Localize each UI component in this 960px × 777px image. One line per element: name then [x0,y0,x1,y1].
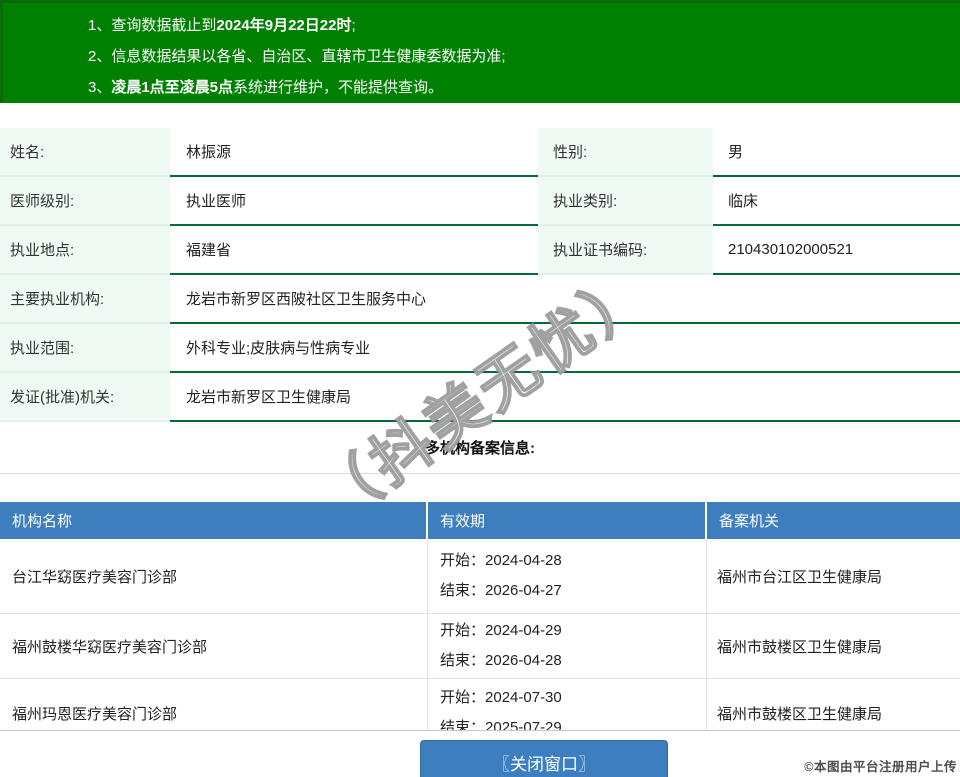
doctor-level-label: 医师级别: [0,177,170,226]
practice-scope-label: 执业范围: [0,324,170,373]
upload-credit-text: ©本图由平台注册用户上传 [804,760,957,774]
table-row: 福州玛恩医疗美容门诊部 开始：2024-07-30 结束：2025-07-29 … [0,679,960,731]
validity-period-cell: 开始：2024-07-30 结束：2025-07-29 [428,679,707,731]
notice-item-1: 1、查询数据截止到2024年9月22日22时; [88,10,960,41]
end-date-line: 结束：2025-07-29 [440,713,706,731]
end-date: 2026-04-27 [485,582,562,599]
filing-authority-cell: 福州市鼓楼区卫生健康局 [717,705,883,723]
header-filing-authority: 备案机关 [719,513,780,530]
institution-name-cell: 福州鼓楼华窈医疗美容门诊部 [0,614,428,678]
end-date: 2026-04-28 [485,652,562,669]
table-row: 福州鼓楼华窈医疗美容门诊部 开始：2024-04-29 结束：2026-04-2… [0,614,960,679]
practice-category-label: 执业类别: [538,177,713,226]
start-label: 开始： [440,689,486,706]
start-date-line: 开始：2024-04-28 [440,546,706,576]
main-institution-value: 龙岩市新罗区西陂社区卫生服务中心 [170,275,960,324]
validity-period-cell: 开始：2024-04-29 结束：2026-04-28 [428,614,707,678]
start-date: 2024-04-29 [485,622,562,639]
end-label: 结束： [440,652,486,669]
multi-institution-section-title: 多机构备案信息: [425,440,535,457]
start-date-line: 开始：2024-04-29 [440,616,706,646]
end-date-line: 结束：2026-04-28 [440,646,706,676]
notice-number: 1、 [88,17,112,34]
practice-category-value: 临床 [713,177,960,226]
doctor-info-table: 姓名: 林振源 性别: 男 医师级别: 执业医师 执业类别: 临床 执业地点: … [0,128,960,474]
end-date: 2025-07-29 [485,719,562,731]
info-row-practice-scope: 执业范围: 外科专业;皮肤病与性病专业 [0,324,960,373]
header-institution-name: 机构名称 [0,502,428,539]
multi-institution-section-row: 多机构备案信息: [0,422,960,474]
gender-value: 男 [713,128,960,177]
main-institution-label: 主要执业机构: [0,275,170,324]
filing-authority-cell: 福州市台江区卫生健康局 [717,568,883,586]
end-date-line: 结束：2026-04-27 [440,576,706,606]
info-row-level-category: 医师级别: 执业医师 执业类别: 临床 [0,177,960,226]
notice-bold-text: 凌晨1点至凌晨5点 [111,79,234,96]
practice-scope-value: 外科专业;皮肤病与性病专业 [170,324,960,373]
issuing-authority-value: 龙岩市新罗区卫生健康局 [170,373,960,422]
notice-text: 信息数据结果以各省、自治区、直辖市卫生健康委数据为准; [111,48,506,65]
close-window-button[interactable]: 〖关闭窗口〗 [420,740,668,777]
notice-text: 查询数据截止到 [111,17,217,34]
doctor-level-value: 执业医师 [170,177,538,226]
start-date: 2024-07-30 [485,689,562,706]
info-row-main-institution: 主要执业机构: 龙岩市新罗区西陂社区卫生服务中心 [0,275,960,324]
doctor-license-query-result-page: 1、查询数据截止到2024年9月22日22时; 2、信息数据结果以各省、自治区、… [0,0,960,777]
start-label: 开始： [440,622,486,639]
info-row-issuing-authority: 发证(批准)机关: 龙岩市新罗区卫生健康局 [0,373,960,422]
table-row: 台江华窈医疗美容门诊部 开始：2024-04-28 结束：2026-04-27 … [0,539,960,614]
filing-table-header: 机构名称 有效期 备案机关 [0,502,960,539]
notice-item-2: 2、信息数据结果以各省、自治区、直辖市卫生健康委数据为准; [88,41,960,72]
name-label: 姓名: [0,128,170,177]
notice-number: 2、 [88,48,112,65]
filing-authority-cell: 福州市鼓楼区卫生健康局 [717,638,883,656]
notice-bold-text: 2024年9月22日22时 [216,17,352,34]
institution-name-cell: 福州玛恩医疗美容门诊部 [0,679,428,730]
validity-period-cell: 开始：2024-04-28 结束：2026-04-27 [428,539,707,613]
notice-banner: 1、查询数据截止到2024年9月22日22时; 2、信息数据结果以各省、自治区、… [0,0,960,103]
end-label: 结束： [440,719,486,731]
practice-location-value: 福建省 [170,226,538,275]
info-row-name-gender: 姓名: 林振源 性别: 男 [0,128,960,177]
notice-text: 系统进行维护，不能提供查询。 [233,79,444,96]
name-value: 林振源 [170,128,538,177]
start-label: 开始： [440,552,486,569]
info-row-location-certno: 执业地点: 福建省 执业证书编码: 210430102000521 [0,226,960,275]
filing-table-body: 台江华窈医疗美容门诊部 开始：2024-04-28 结束：2026-04-27 … [0,539,960,731]
notice-number: 3、 [88,79,112,96]
end-label: 结束： [440,582,486,599]
notice-item-3: 3、凌晨1点至凌晨5点系统进行维护，不能提供查询。 [88,72,960,103]
issuing-authority-label: 发证(批准)机关: [0,373,170,422]
header-validity-period: 有效期 [428,502,707,539]
certificate-number-value: 210430102000521 [713,226,960,275]
filing-table: 机构名称 有效期 备案机关 台江华窈医疗美容门诊部 开始：2024-04-28 … [0,502,960,731]
practice-location-label: 执业地点: [0,226,170,275]
notice-text: ; [351,17,356,34]
certificate-number-label: 执业证书编码: [538,226,713,275]
start-date: 2024-04-28 [485,552,562,569]
start-date-line: 开始：2024-07-30 [440,683,706,713]
gender-label: 性别: [538,128,713,177]
institution-name-cell: 台江华窈医疗美容门诊部 [0,539,428,613]
